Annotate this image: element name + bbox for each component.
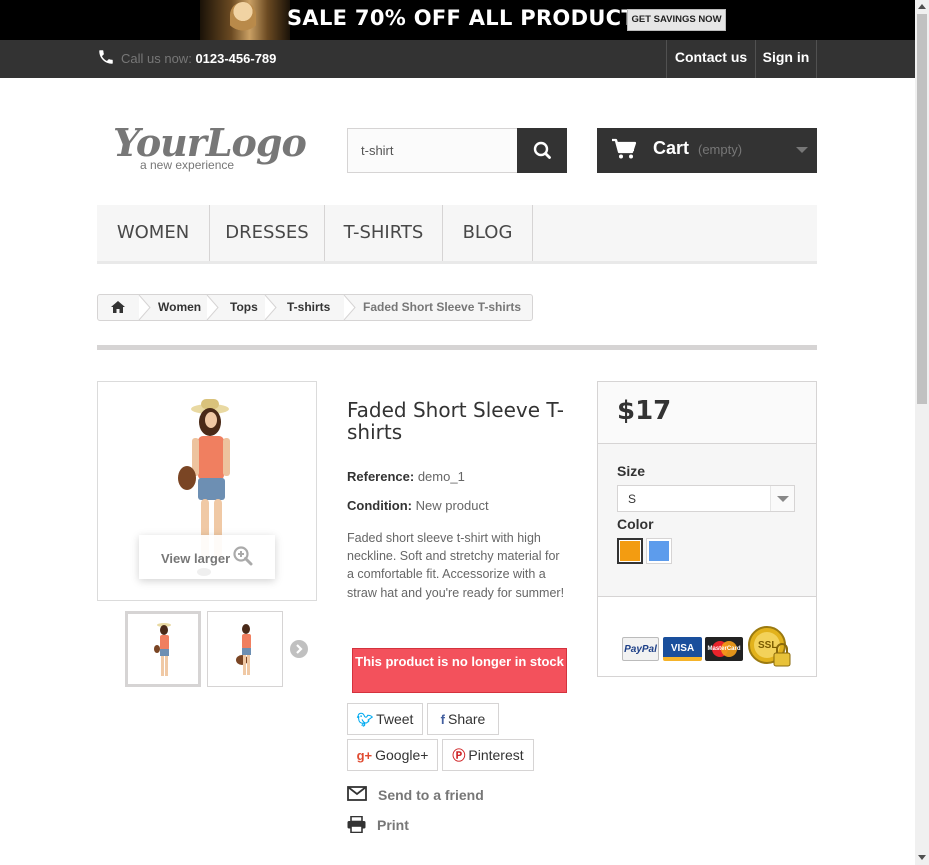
swatch-fill xyxy=(620,541,640,561)
thumbnail-image xyxy=(154,623,171,676)
top-nav: Call us now: 0123-456-789 Contact us Sig… xyxy=(0,40,915,78)
pinterest-icon: Ⓟ xyxy=(452,748,466,763)
scroll-down-arrow-icon[interactable] xyxy=(918,855,926,860)
scroll-up-arrow-icon[interactable] xyxy=(918,4,926,9)
breadcrumb-current: Faded Short Sleeve T-shirts xyxy=(363,300,522,314)
pinterest-label: Pinterest xyxy=(468,747,524,763)
product-reference: Reference: demo_1 xyxy=(347,469,465,484)
breadcrumb: Women Tops T-shirts Faded Short Sleeve T… xyxy=(97,294,533,321)
tweet-button[interactable]: 🐦︎ Tweet xyxy=(347,703,423,735)
product-thumbnail-2[interactable] xyxy=(207,611,283,687)
google-plus-icon: g+ xyxy=(356,748,373,763)
logo-tagline: a new experience xyxy=(140,158,235,172)
search-icon xyxy=(533,141,551,159)
breadcrumb-women[interactable]: Women xyxy=(158,295,201,320)
banner-model-image xyxy=(200,0,290,40)
breadcrumb-separator xyxy=(264,295,277,320)
facebook-share-button[interactable]: f Share xyxy=(427,703,499,735)
menu-item-t-shirts[interactable]: T-SHIRTS xyxy=(325,205,443,261)
size-select-value: S xyxy=(628,492,637,506)
promo-banner[interactable]: SALE 70% OFF ALL PRODUCTS GET SAVINGS NO… xyxy=(0,0,915,40)
size-select[interactable]: S xyxy=(617,485,795,512)
phone-number: 0123-456-789 xyxy=(195,51,277,66)
cart-status: (empty) xyxy=(698,142,743,157)
product-price: $17 xyxy=(617,396,672,426)
product-options: Size S Color xyxy=(598,444,816,597)
cart-block[interactable]: Cart (empty) xyxy=(597,128,817,173)
chevron-right-icon xyxy=(296,644,303,654)
out-of-stock-notice: This product is no longer in stock xyxy=(352,648,567,693)
google-plus-button[interactable]: g+ Google+ xyxy=(347,739,438,771)
mastercard-logo: MasterCard xyxy=(705,637,743,661)
twitter-icon: 🐦︎ xyxy=(356,712,374,727)
call-us-text: Call us now: 0123-456-789 xyxy=(121,51,276,66)
color-swatch-blue[interactable] xyxy=(646,538,672,564)
search-input[interactable] xyxy=(348,129,518,172)
ssl-label: SSL xyxy=(758,640,778,651)
breadcrumb-separator xyxy=(138,295,151,320)
pinterest-button[interactable]: Ⓟ Pinterest xyxy=(442,739,534,771)
scrollbar-thumb[interactable] xyxy=(917,14,927,404)
paypal-logo: PayPal xyxy=(622,637,659,661)
breadcrumb-t-shirts[interactable]: T-shirts xyxy=(287,295,330,320)
print-label: Print xyxy=(377,817,409,833)
cart-label: Cart xyxy=(653,138,690,158)
main-menu: WOMEN DRESSES T-SHIRTS BLOG xyxy=(97,205,817,264)
product-condition: Condition: New product xyxy=(347,498,489,513)
vertical-scrollbar[interactable] xyxy=(915,0,929,865)
phone-icon xyxy=(99,50,113,64)
chevron-down-icon xyxy=(770,486,794,511)
send-to-friend-label: Send to a friend xyxy=(378,787,484,803)
condition-value: New product xyxy=(415,498,489,513)
shopping-cart-icon xyxy=(612,138,637,159)
get-savings-button[interactable]: GET SAVINGS NOW xyxy=(627,9,726,31)
menu-item-women[interactable]: WOMEN xyxy=(97,205,210,261)
banner-sale-text: SALE 70% OFF ALL PRODUCTS xyxy=(287,6,652,30)
visa-logo: VISA xyxy=(663,637,702,661)
reference-label: Reference: xyxy=(347,469,415,484)
section-divider xyxy=(97,345,817,350)
tweet-label: Tweet xyxy=(376,711,414,727)
swatch-fill xyxy=(649,541,669,561)
breadcrumb-separator xyxy=(343,295,356,320)
menu-item-blog[interactable]: BLOG xyxy=(443,205,533,261)
price-bar: $17 xyxy=(598,382,816,444)
reference-value: demo_1 xyxy=(417,469,465,484)
facebook-icon: f xyxy=(440,712,445,727)
size-label: Size xyxy=(617,463,646,479)
printer-icon xyxy=(347,816,366,833)
menu-item-dresses[interactable]: DRESSES xyxy=(210,205,325,261)
call-label: Call us now: xyxy=(121,51,192,66)
condition-label: Condition: xyxy=(347,498,412,513)
search-box xyxy=(347,128,567,173)
sign-in-link[interactable]: Sign in xyxy=(755,40,817,78)
google-plus-label: Google+ xyxy=(375,747,429,763)
search-button[interactable] xyxy=(517,128,567,173)
view-larger-label: View larger xyxy=(161,551,231,566)
view-larger-button[interactable]: View larger xyxy=(139,535,275,579)
share-label: Share xyxy=(447,711,486,727)
product-title: Faded Short Sleeve T-shirts xyxy=(347,398,564,444)
page: SALE 70% OFF ALL PRODUCTS GET SAVINGS NO… xyxy=(0,0,929,865)
envelope-icon xyxy=(347,786,367,801)
home-icon[interactable] xyxy=(110,300,126,314)
breadcrumb-tops[interactable]: Tops xyxy=(230,295,258,320)
thumbnail-image xyxy=(236,624,251,675)
ssl-badge: SSL xyxy=(747,625,795,670)
product-description: Faded short sleeve t-shirt with high nec… xyxy=(347,531,565,600)
mastercard-label: MasterCard xyxy=(707,646,741,652)
thumbnail-next-button[interactable] xyxy=(290,640,308,658)
color-label: Color xyxy=(617,516,654,532)
product-thumbnail-1[interactable] xyxy=(125,611,201,687)
breadcrumb-separator xyxy=(206,295,219,320)
payment-logos: PayPal VISA MasterCard SSL xyxy=(622,625,797,670)
contact-us-link[interactable]: Contact us xyxy=(666,40,755,78)
zoom-in-icon xyxy=(233,546,253,566)
color-swatch-orange[interactable] xyxy=(617,538,643,564)
cart-dropdown-icon[interactable] xyxy=(796,147,808,153)
site-logo[interactable]: YourLogo a new experience xyxy=(113,120,307,176)
